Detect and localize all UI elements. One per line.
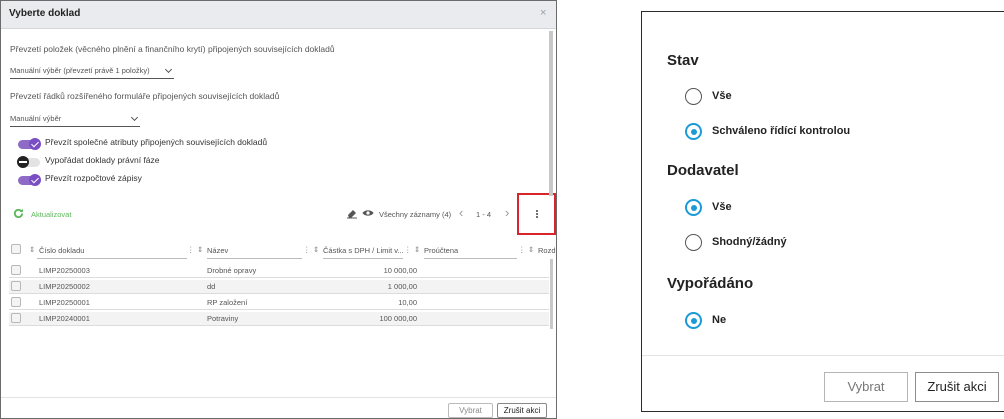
- radio-button: [685, 312, 702, 329]
- refresh-label: Aktualizovat: [31, 210, 72, 219]
- sort-icon[interactable]: ⇕: [528, 245, 534, 254]
- chevron-right-icon[interactable]: ›: [505, 205, 509, 220]
- row-checkbox[interactable]: [11, 297, 21, 307]
- select-document-dialog: Vyberte doklad × Převzetí položek (věcné…: [0, 0, 557, 419]
- select-button[interactable]: Vybrat: [824, 372, 908, 402]
- radio-status-approved[interactable]: Schváleno řídící kontrolou: [685, 123, 925, 143]
- radio-settled-no-label: Ne: [712, 314, 727, 326]
- cancel-button[interactable]: Zrušit akci: [915, 372, 999, 402]
- table-row[interactable]: LIMP20250003 Drobné opravy 10 000,00: [9, 264, 549, 278]
- filter-underline: [424, 258, 517, 259]
- sort-icon[interactable]: ⇕: [29, 245, 35, 254]
- chevron-down-icon: [164, 65, 173, 74]
- more-options-button[interactable]: [517, 193, 556, 235]
- toggle-settle-legal-phase-label: Vypořádat doklady právní fáze: [45, 155, 160, 165]
- toggle-budget-entries[interactable]: [18, 174, 41, 186]
- row-name: dd: [207, 282, 216, 291]
- sort-icon[interactable]: ⇕: [414, 245, 420, 254]
- row-amount: 100 000,00: [379, 314, 417, 323]
- items-transfer-value: Manuální výběr (převzetí právě 1 položky…: [10, 66, 150, 75]
- table-scrollbar[interactable]: [550, 259, 553, 329]
- radio-status-approved-label: Schváleno řídící kontrolou: [712, 125, 851, 137]
- records-filter-label[interactable]: Všechny záznamy (4): [379, 210, 451, 219]
- column-header-difference[interactable]: Rozdíl: [538, 246, 556, 255]
- minus-icon: [17, 156, 29, 168]
- cancel-button[interactable]: Zrušit akci: [497, 403, 547, 418]
- items-transfer-select[interactable]: Manuální výběr (převzetí právě 1 položky…: [10, 65, 174, 79]
- row-name: Potraviny: [207, 314, 239, 323]
- group-heading-status: Stav: [667, 52, 699, 69]
- row-number: LIMP20250003: [39, 266, 90, 275]
- radio-button: [685, 199, 702, 216]
- toggle-budget-entries-label: Převzít rozpočtové zápisy: [45, 173, 142, 183]
- eye-icon[interactable]: [362, 208, 374, 218]
- toggle-common-attributes[interactable]: [18, 138, 41, 150]
- table-row[interactable]: LIMP20250001 RP založení 10,00: [9, 296, 549, 310]
- radio-button: [685, 88, 702, 105]
- toggle-settle-legal-phase[interactable]: [17, 156, 40, 168]
- column-header-amount[interactable]: Částka s DPH / Limit v...: [323, 246, 404, 255]
- eraser-icon[interactable]: [346, 207, 358, 219]
- chevron-down-icon: [130, 113, 139, 122]
- form-rows-transfer-label: Převzetí řádků rozšířeného formuláře při…: [10, 91, 280, 101]
- column-header-number[interactable]: Číslo dokladu: [39, 246, 84, 255]
- toggle-common-attributes-label: Převzít společné atributy připojených so…: [45, 137, 268, 147]
- filter-underline: [37, 258, 187, 259]
- row-amount: 10 000,00: [383, 266, 417, 275]
- table-row[interactable]: LIMP20250002 dd 1 000,00: [9, 280, 549, 294]
- dialog-titlebar: Vyberte doklad ×: [1, 1, 556, 29]
- refresh-icon: [13, 208, 24, 219]
- column-menu-icon[interactable]: ⋮: [404, 245, 412, 254]
- row-name: RP založení: [207, 298, 248, 307]
- group-heading-supplier: Dodavatel: [667, 162, 739, 179]
- select-button[interactable]: Vybrat: [448, 403, 493, 418]
- dialog-footer-divider: [1, 397, 556, 398]
- row-name: Drobné opravy: [207, 266, 257, 275]
- kebab-menu-icon: [536, 210, 538, 212]
- panel-footer-divider: [642, 355, 1004, 356]
- column-header-name[interactable]: Název: [207, 246, 228, 255]
- column-menu-icon[interactable]: ⋮: [187, 245, 195, 254]
- radio-supplier-same-label: Shodný/žádný: [712, 236, 787, 248]
- dialog-title: Vyberte doklad: [9, 8, 81, 19]
- row-checkbox[interactable]: [11, 265, 21, 275]
- filter-panel: Stav Vše Schváleno řídící kontrolou Doda…: [641, 11, 1004, 412]
- radio-status-all-label: Vše: [712, 90, 732, 102]
- table-header: ⇕ Číslo dokladu ⋮ ⇕ Název ⋮ ⇕ Částka s D…: [9, 241, 556, 259]
- chevron-left-icon[interactable]: ‹: [459, 205, 463, 220]
- check-icon: [29, 138, 41, 150]
- close-icon[interactable]: ×: [540, 7, 546, 19]
- radio-button: [685, 123, 702, 140]
- row-number: LIMP20250001: [39, 298, 90, 307]
- row-checkbox[interactable]: [11, 281, 21, 291]
- radio-supplier-all-label: Vše: [712, 201, 732, 213]
- group-heading-settled: Vypořádáno: [667, 275, 754, 292]
- form-rows-transfer-select[interactable]: Manuální výběr: [10, 113, 140, 127]
- row-number: LIMP20240001: [39, 314, 90, 323]
- dialog-scrollbar[interactable]: [549, 31, 553, 196]
- row-number: LIMP20250002: [39, 282, 90, 291]
- items-transfer-label: Převzetí položek (věcného plnění a finan…: [10, 44, 335, 54]
- radio-settled-no[interactable]: Ne: [685, 312, 805, 332]
- row-checkbox[interactable]: [11, 313, 21, 323]
- radio-status-all[interactable]: Vše: [685, 88, 805, 108]
- column-header-posted[interactable]: Proúčtena: [424, 246, 458, 255]
- row-amount: 1 000,00: [387, 282, 417, 291]
- radio-supplier-same[interactable]: Shodný/žádný: [685, 234, 845, 254]
- filter-underline: [323, 258, 403, 259]
- form-rows-transfer-value: Manuální výběr: [10, 114, 62, 123]
- row-amount: 10,00: [398, 298, 417, 307]
- table-row[interactable]: LIMP20240001 Potraviny 100 000,00: [9, 312, 549, 326]
- sort-icon[interactable]: ⇕: [197, 245, 203, 254]
- filter-underline: [207, 258, 302, 259]
- select-all-checkbox[interactable]: [11, 244, 21, 254]
- column-menu-icon[interactable]: ⋮: [303, 245, 311, 254]
- check-icon: [29, 174, 41, 186]
- radio-supplier-all[interactable]: Vše: [685, 199, 805, 219]
- sort-icon[interactable]: ⇕: [313, 245, 319, 254]
- pagination-label: 1 - 4: [476, 210, 492, 219]
- column-menu-icon[interactable]: ⋮: [518, 245, 526, 254]
- radio-button: [685, 234, 702, 251]
